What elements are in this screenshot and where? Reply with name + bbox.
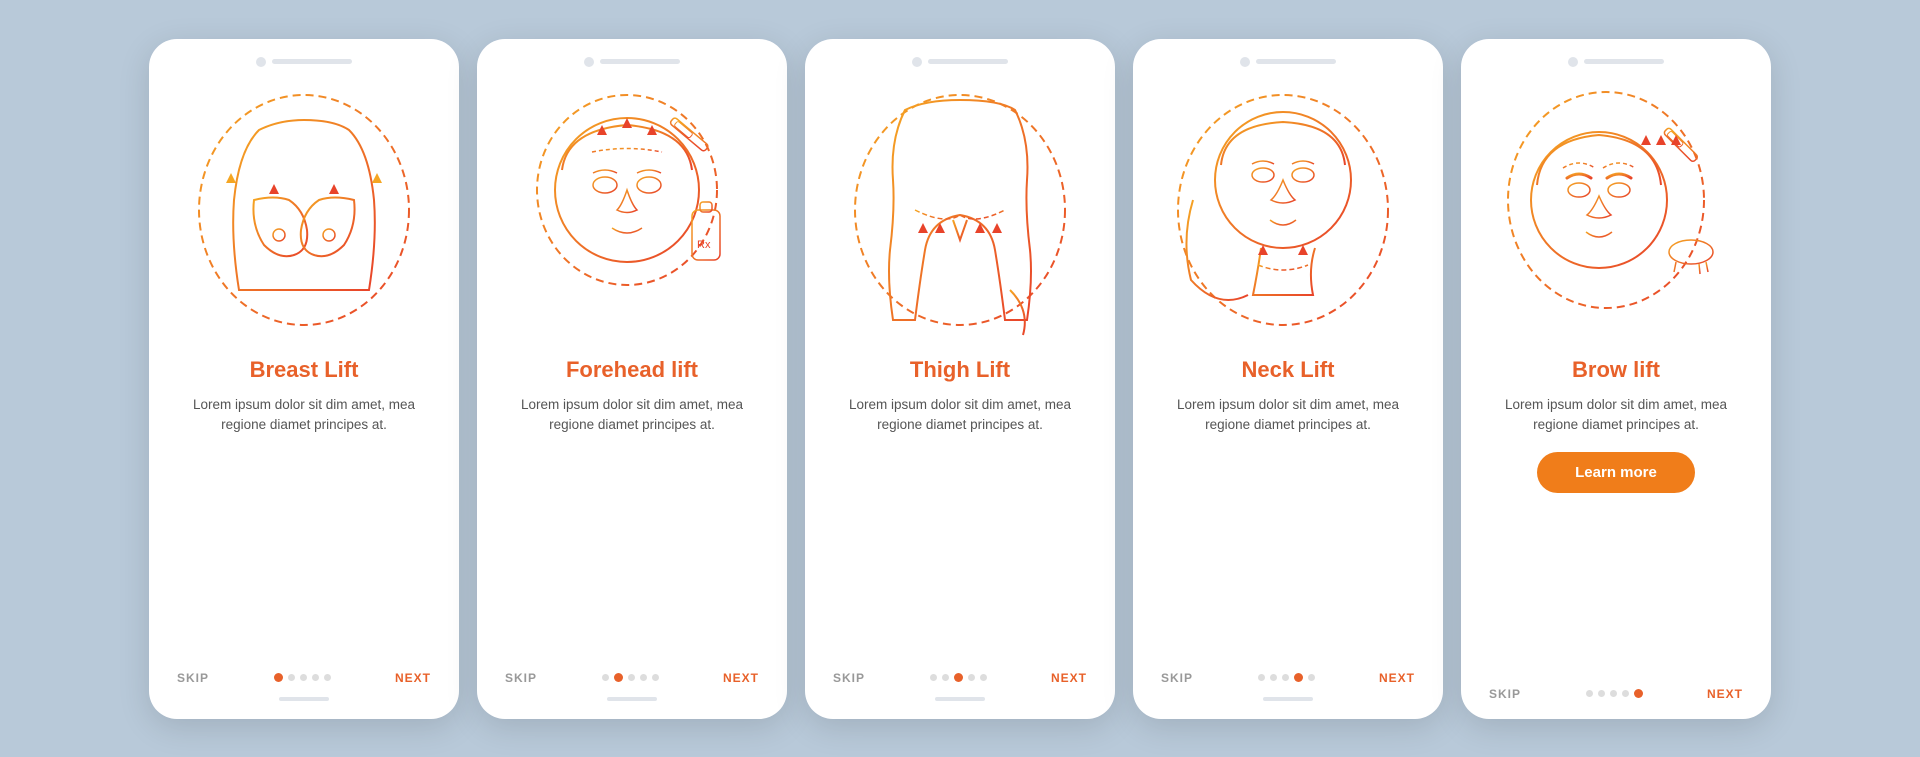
top-line xyxy=(272,59,352,64)
top-circle xyxy=(584,57,594,67)
dot-2 xyxy=(1270,674,1277,681)
nav-dots xyxy=(602,673,659,682)
dot-3 xyxy=(954,673,963,682)
breast-lift-nav: SKIP NEXT xyxy=(167,671,441,685)
forehead-lift-desc: Lorem ipsum dolor sit dim amet, mea regi… xyxy=(495,395,769,437)
card-neck-lift: Neck Lift Lorem ipsum dolor sit dim amet… xyxy=(1133,39,1443,719)
neck-lift-illustration xyxy=(1151,75,1425,345)
brow-lift-desc: Lorem ipsum dolor sit dim amet, mea regi… xyxy=(1479,395,1753,437)
nav-dots xyxy=(930,673,987,682)
neck-lift-title: Neck Lift xyxy=(1242,357,1335,383)
learn-more-button[interactable]: Learn more xyxy=(1537,452,1695,493)
skip-label[interactable]: SKIP xyxy=(1161,671,1193,685)
brow-lift-nav: SKIP NEXT xyxy=(1479,687,1753,701)
dot-5 xyxy=(980,674,987,681)
neck-lift-nav: SKIP NEXT xyxy=(1151,671,1425,685)
dot-1 xyxy=(930,674,937,681)
nav-dots xyxy=(274,673,331,682)
next-label[interactable]: NEXT xyxy=(1707,687,1743,701)
nav-dots xyxy=(1258,673,1315,682)
thigh-lift-illustration xyxy=(823,75,1097,345)
next-label[interactable]: NEXT xyxy=(723,671,759,685)
thigh-lift-nav: SKIP NEXT xyxy=(823,671,1097,685)
brow-lift-illustration xyxy=(1479,75,1753,345)
top-circle xyxy=(1240,57,1250,67)
dot-4 xyxy=(1622,690,1629,697)
nav-dots xyxy=(1586,689,1643,698)
dot-1 xyxy=(1258,674,1265,681)
dot-1 xyxy=(1586,690,1593,697)
dot-1 xyxy=(274,673,283,682)
svg-text:Rx: Rx xyxy=(697,239,711,251)
thigh-lift-title: Thigh Lift xyxy=(910,357,1010,383)
dot-4 xyxy=(640,674,647,681)
breast-lift-illustration xyxy=(167,75,441,345)
top-line xyxy=(1584,59,1664,64)
card-top-bar xyxy=(495,57,769,67)
skip-label[interactable]: SKIP xyxy=(505,671,537,685)
top-line xyxy=(600,59,680,64)
thigh-lift-desc: Lorem ipsum dolor sit dim amet, mea regi… xyxy=(823,395,1097,437)
card-thigh-lift: Thigh Lift Lorem ipsum dolor sit dim ame… xyxy=(805,39,1115,719)
dot-4 xyxy=(312,674,319,681)
scroll-bar xyxy=(279,697,329,701)
cards-container: Breast Lift Lorem ipsum dolor sit dim am… xyxy=(109,9,1811,749)
card-top-bar xyxy=(1151,57,1425,67)
breast-lift-title: Breast Lift xyxy=(250,357,359,383)
skip-label[interactable]: SKIP xyxy=(1489,687,1521,701)
dot-3 xyxy=(300,674,307,681)
forehead-lift-title: Forehead lift xyxy=(566,357,698,383)
dot-5 xyxy=(652,674,659,681)
dot-2 xyxy=(288,674,295,681)
card-top-bar xyxy=(167,57,441,67)
top-circle xyxy=(912,57,922,67)
dot-5 xyxy=(1634,689,1643,698)
dot-3 xyxy=(1282,674,1289,681)
dot-3 xyxy=(628,674,635,681)
card-breast-lift: Breast Lift Lorem ipsum dolor sit dim am… xyxy=(149,39,459,719)
brow-lift-title: Brow lift xyxy=(1572,357,1660,383)
dot-2 xyxy=(1598,690,1605,697)
dot-4 xyxy=(968,674,975,681)
dot-5 xyxy=(1308,674,1315,681)
next-label[interactable]: NEXT xyxy=(395,671,431,685)
forehead-lift-nav: SKIP NEXT xyxy=(495,671,769,685)
breast-lift-desc: Lorem ipsum dolor sit dim amet, mea regi… xyxy=(167,395,441,437)
dot-5 xyxy=(324,674,331,681)
forehead-lift-illustration: Rx xyxy=(495,75,769,345)
skip-label[interactable]: SKIP xyxy=(833,671,865,685)
card-brow-lift: Brow lift Lorem ipsum dolor sit dim amet… xyxy=(1461,39,1771,719)
card-top-bar xyxy=(823,57,1097,67)
top-circle xyxy=(1568,57,1578,67)
scroll-bar xyxy=(935,697,985,701)
dot-2 xyxy=(942,674,949,681)
top-line xyxy=(928,59,1008,64)
top-circle xyxy=(256,57,266,67)
card-forehead-lift: Rx Forehead lift Lorem ipsum dolor sit d… xyxy=(477,39,787,719)
card-top-bar xyxy=(1479,57,1753,67)
next-label[interactable]: NEXT xyxy=(1379,671,1415,685)
top-line xyxy=(1256,59,1336,64)
scroll-bar xyxy=(607,697,657,701)
dot-1 xyxy=(602,674,609,681)
scroll-bar xyxy=(1263,697,1313,701)
dot-3 xyxy=(1610,690,1617,697)
dot-4 xyxy=(1294,673,1303,682)
next-label[interactable]: NEXT xyxy=(1051,671,1087,685)
skip-label[interactable]: SKIP xyxy=(177,671,209,685)
dot-2 xyxy=(614,673,623,682)
neck-lift-desc: Lorem ipsum dolor sit dim amet, mea regi… xyxy=(1151,395,1425,437)
